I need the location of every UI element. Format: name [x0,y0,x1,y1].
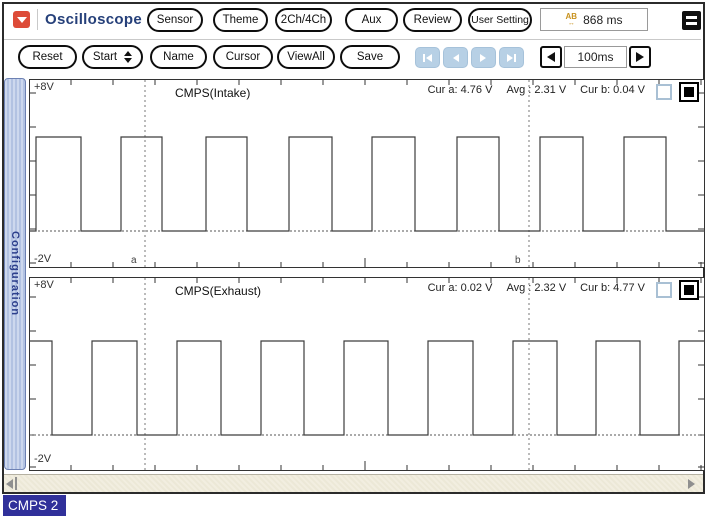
cursor-a-value: Cur a: 4.76 V [427,84,493,96]
checkbox-fill [684,87,694,97]
arrow-up-icon [124,51,133,56]
channel-2-measurements: Cur a: 0.02 V Avg : 2.32 V Cur b: 4.77 V [428,282,645,294]
menu-icon[interactable] [682,11,701,30]
start-button-label: Start [92,51,118,63]
channel-2-ymax-label: +8V [34,279,54,291]
aux-button[interactable]: Aux [345,8,398,32]
channel-1-ymin-label: -2V [34,253,52,265]
name-button-label: Name [163,51,194,63]
average-value: Avg : 2.31 V [506,84,567,96]
title-divider [37,9,38,30]
channel-1-ymax-label: +8V [34,81,54,93]
sensor-button[interactable]: Sensor [147,8,203,32]
timebase-increase-button[interactable] [629,46,651,68]
checkbox-fill [684,285,694,295]
average-value: Avg : 2.32 V [506,282,567,294]
app-dropdown-icon[interactable] [13,11,30,28]
cursor-a-label[interactable]: a [131,255,137,266]
user-setting-button-label: User Setting [471,14,529,26]
scroll-right-icon[interactable] [688,479,695,489]
go-first-button[interactable] [415,47,440,68]
go-last-button[interactable] [499,47,524,68]
oscilloscope-app: Oscilloscope Sensor Theme 2Ch/4Ch Aux Re… [0,0,713,521]
timebase-value: 100ms [564,46,627,68]
horizontal-scrollbar[interactable] [4,474,703,492]
channel-1-plot: +8V CMPS(Intake) Cur a: 4.76 V Avg : 2.3… [29,79,705,268]
save-button[interactable]: Save [340,45,400,69]
save-button-label: Save [356,51,384,63]
ab-time-display: AB ↔ 868 ms [540,8,648,31]
viewall-button-label: ViewAll [287,51,325,63]
go-next-button[interactable] [471,47,496,68]
channel-1-select-checkbox[interactable] [656,84,672,100]
channel-2-ymin-label: -2V [34,453,52,465]
scroll-left-bar [15,477,17,490]
channel-1-title: CMPS(Intake) [175,86,251,100]
arrow-down-icon [124,58,133,63]
first-icon [423,53,432,62]
start-stepper-icon[interactable] [124,51,133,63]
channel-mode-button-label: 2Ch/4Ch [280,14,327,26]
aux-button-label: Aux [361,14,382,26]
cursor-button-label: Cursor [225,51,261,63]
ab-time-value: 868 ms [583,12,623,27]
channel-mode-button[interactable]: 2Ch/4Ch [275,8,332,32]
channel-1-active-checkbox[interactable] [679,82,699,102]
theme-button-label: Theme [222,14,259,26]
cursor-button[interactable]: Cursor [213,45,273,69]
channel-2-title: CMPS(Exhaust) [175,284,262,298]
viewall-button[interactable]: ViewAll [277,45,335,69]
configuration-tab-label: Configuration [9,231,21,317]
toolbar-divider [4,39,701,40]
timebase-decrease-button[interactable] [540,46,562,68]
reset-button-label: Reset [32,51,63,63]
next-icon [480,53,486,62]
status-badge: CMPS 2 [3,495,67,516]
app-title: Oscilloscope [45,11,142,28]
cursor-b-label[interactable]: b [515,255,521,266]
review-button[interactable]: Review [403,8,462,32]
ab-cursor-icon: AB ↔ [566,12,578,27]
last-icon [507,53,516,62]
go-prev-button[interactable] [443,47,468,68]
cursor-b-value: Cur b: 4.77 V [580,282,645,294]
user-setting-button[interactable]: User Setting [468,8,532,32]
start-button[interactable]: Start [82,45,143,69]
triangle-down-icon [16,16,27,23]
prev-icon [453,53,459,62]
theme-button[interactable]: Theme [213,8,268,32]
channel-1-waveform [29,79,705,268]
left-triangle-icon [547,52,555,62]
cursor-a-value: Cur a: 0.02 V [427,282,493,294]
channel-2-plot: +8V CMPS(Exhaust) Cur a: 0.02 V Avg : 2.… [29,277,705,471]
sensor-button-label: Sensor [156,14,194,26]
channel-1-measurements: Cur a: 4.76 V Avg : 2.31 V Cur b: 0.04 V [428,84,645,96]
menu-bar-top [686,16,697,19]
scroll-left-icon[interactable] [6,479,13,489]
name-button[interactable]: Name [150,45,207,69]
channel-2-waveform [29,277,705,471]
channel-2-select-checkbox[interactable] [656,282,672,298]
channel-2-active-checkbox[interactable] [679,280,699,300]
ab-icon-arrows: ↔ [567,19,575,27]
right-triangle-icon [636,52,644,62]
review-button-label: Review [413,14,452,26]
reset-button[interactable]: Reset [18,45,77,69]
menu-bar-bottom [686,22,697,25]
configuration-tab[interactable]: Configuration [4,78,26,470]
cursor-b-value: Cur b: 0.04 V [580,84,645,96]
